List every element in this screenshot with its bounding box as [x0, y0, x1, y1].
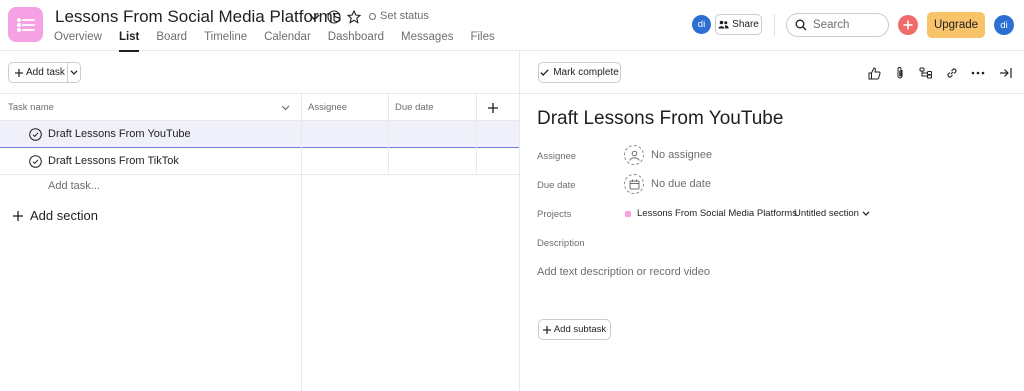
create-plus-button[interactable]	[898, 15, 918, 35]
project-tabs: Overview List Board Timeline Calendar Da…	[54, 31, 495, 52]
projects-label: Projects	[537, 209, 572, 220]
check-circle-icon[interactable]	[29, 154, 42, 168]
due-date-value: No due date	[651, 178, 711, 190]
table-header: Task name Assignee Due date	[0, 93, 519, 121]
user-avatar[interactable]: di	[994, 15, 1014, 35]
assignee-label: Assignee	[537, 151, 577, 162]
tab-list[interactable]: List	[118, 31, 140, 52]
subtask-icon[interactable]	[918, 65, 934, 81]
project-list-icon[interactable]	[8, 7, 43, 42]
mark-complete-label: Mark complete	[553, 67, 619, 78]
search-placeholder: Search	[813, 19, 850, 31]
check-circle-icon[interactable]	[29, 127, 42, 141]
column-divider	[301, 93, 302, 391]
member-avatar[interactable]: di	[692, 15, 711, 34]
project-title[interactable]: Lessons From Social Media Platforms	[55, 7, 341, 27]
tab-timeline[interactable]: Timeline	[204, 31, 247, 51]
tab-dashboard[interactable]: Dashboard	[328, 31, 384, 51]
project-color-dot	[625, 210, 631, 217]
add-subtask-label: Add subtask	[553, 324, 607, 335]
add-task-inline[interactable]: Add task...	[48, 180, 100, 192]
project-name: Lessons From Social Media Platforms	[637, 208, 797, 219]
chevron-down-icon[interactable]	[306, 9, 322, 25]
set-status-label: Set status	[380, 10, 429, 22]
task-name[interactable]: Draft Lessons From YouTube	[48, 128, 191, 140]
description-label: Description	[537, 238, 585, 249]
assignee-field[interactable]: No assignee	[624, 145, 712, 165]
add-task-main[interactable]: Add task	[9, 63, 68, 82]
share-button[interactable]: Share	[715, 14, 762, 35]
top-header: Lessons From Social Media Platforms Set …	[0, 0, 1024, 52]
paperclip-icon[interactable]	[892, 65, 908, 81]
description-input[interactable]: Add text description or record video	[537, 266, 710, 278]
user-icon	[624, 145, 644, 165]
add-task-label: Add task	[26, 67, 65, 78]
project-chip[interactable]: Lessons From Social Media Platforms	[625, 208, 797, 219]
share-label: Share	[732, 19, 759, 30]
tab-calendar[interactable]: Calendar	[264, 31, 311, 51]
add-section-button[interactable]: Add section	[13, 208, 98, 223]
check-icon	[540, 69, 549, 76]
close-pane-icon[interactable]	[997, 65, 1013, 81]
tab-board[interactable]: Board	[156, 31, 187, 51]
info-icon[interactable]	[326, 9, 342, 25]
section-dropdown[interactable]: Untitled section	[794, 208, 870, 219]
tab-messages[interactable]: Messages	[401, 31, 453, 51]
add-task-dropdown[interactable]	[68, 63, 80, 82]
add-subtask-button[interactable]: Add subtask	[538, 319, 611, 340]
set-status-button[interactable]: Set status	[369, 10, 429, 22]
thumbs-up-icon[interactable]	[866, 65, 882, 81]
add-task-button[interactable]: Add task	[8, 62, 81, 83]
header-divider	[774, 14, 775, 36]
detail-toolbar: Mark complete	[520, 52, 1024, 94]
column-header-due-date[interactable]: Due date	[395, 94, 434, 121]
people-icon	[718, 20, 729, 29]
chevron-down-icon	[70, 70, 78, 75]
mark-complete-button[interactable]: Mark complete	[538, 62, 621, 83]
table-row[interactable]: Draft Lessons From YouTube	[0, 121, 519, 148]
calendar-icon	[624, 174, 644, 194]
tab-overview[interactable]: Overview	[54, 31, 102, 51]
add-section-label: Add section	[30, 208, 98, 223]
more-options-icon[interactable]	[970, 65, 986, 81]
plus-icon	[15, 68, 23, 77]
upgrade-button[interactable]: Upgrade	[927, 12, 985, 38]
plus-icon	[13, 210, 23, 221]
search-icon	[795, 19, 807, 31]
task-name-cell[interactable]: Draft Lessons From YouTube	[29, 121, 191, 147]
column-sort-chevron-icon[interactable]	[281, 94, 290, 121]
search-input[interactable]: Search	[786, 13, 889, 37]
task-name-cell[interactable]: Draft Lessons From TikTok	[29, 148, 179, 174]
task-list-pane: Add task Task name Assignee Due date Dra…	[0, 52, 519, 391]
link-icon[interactable]	[944, 65, 960, 81]
due-date-label: Due date	[537, 180, 576, 191]
table-row[interactable]: Draft Lessons From TikTok	[0, 148, 519, 175]
due-date-field[interactable]: No due date	[624, 174, 711, 194]
column-divider	[476, 93, 477, 173]
tab-files[interactable]: Files	[470, 31, 494, 51]
task-title[interactable]: Draft Lessons From YouTube	[537, 108, 783, 130]
task-name[interactable]: Draft Lessons From TikTok	[48, 155, 179, 167]
column-divider	[388, 93, 389, 173]
task-detail-pane: Mark complete Draft Lessons From YouTube…	[519, 52, 1024, 391]
section-name: Untitled section	[794, 208, 859, 219]
status-circle-icon	[369, 12, 376, 20]
star-icon[interactable]	[346, 9, 362, 25]
column-header-task-name[interactable]: Task name	[8, 94, 54, 121]
column-header-assignee[interactable]: Assignee	[308, 94, 347, 121]
plus-icon	[542, 325, 551, 334]
assignee-value: No assignee	[651, 149, 713, 161]
add-column-plus-icon[interactable]	[488, 94, 498, 121]
plus-icon	[903, 20, 913, 30]
chevron-down-icon	[862, 211, 870, 216]
